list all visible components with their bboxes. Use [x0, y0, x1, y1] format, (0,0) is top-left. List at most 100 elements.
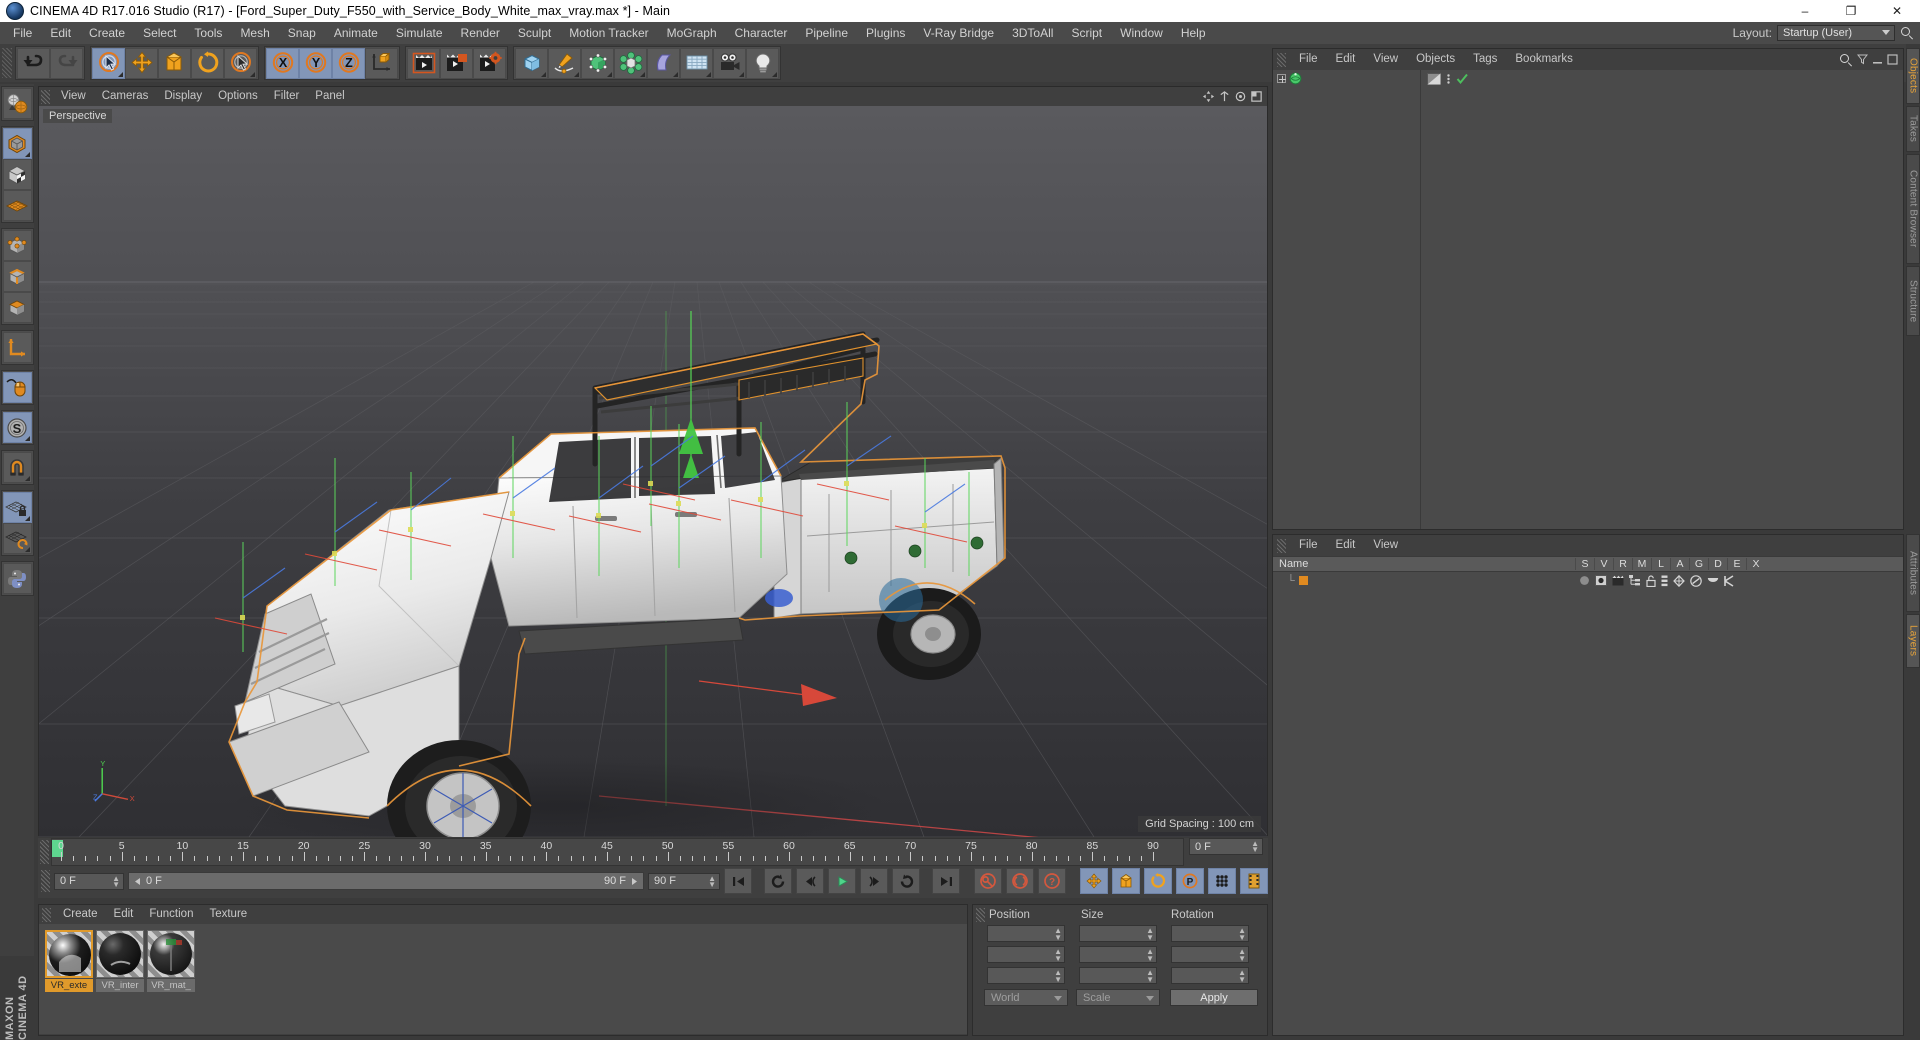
layers-column-v[interactable]: V [1594, 558, 1613, 570]
film-icon[interactable] [1612, 575, 1624, 586]
object-tree-item[interactable] [1273, 70, 1420, 87]
layers-column-e[interactable]: E [1727, 558, 1746, 570]
add-cube-button[interactable] [515, 47, 548, 79]
shade-icon[interactable] [1690, 574, 1702, 587]
layout-dropdown[interactable]: Startup (User) [1777, 25, 1895, 41]
snap-magnet-button[interactable] [2, 452, 32, 483]
go-to-end-button[interactable] [932, 868, 960, 894]
rotate-tool[interactable] [191, 47, 224, 79]
edges-mode-button[interactable] [2, 261, 32, 292]
layers-column-d[interactable]: D [1708, 558, 1727, 570]
layers-grip[interactable] [1277, 538, 1286, 553]
object-tree-column[interactable] [1273, 70, 1421, 529]
3d-viewport[interactable]: Perspective Grid Spacing : 100 cm Y X Z [39, 106, 1267, 837]
spinner-icon[interactable]: ▲ ▼ [708, 874, 716, 888]
position-x-field[interactable]: ▲ ▼ [987, 925, 1065, 942]
undo-view-button[interactable] [2, 88, 32, 119]
add-deformer-button[interactable] [647, 47, 680, 79]
layers-column-name[interactable]: Name [1273, 558, 1575, 570]
object-menu-file[interactable]: File [1290, 49, 1327, 70]
material-menu-texture[interactable]: Texture [201, 905, 255, 924]
coord-system-dropdown[interactable]: World [984, 989, 1068, 1006]
layers-column-x[interactable]: X [1746, 558, 1765, 570]
scrub-right-icon[interactable] [630, 877, 639, 886]
spinner-icon[interactable]: ▲ ▼ [112, 874, 120, 888]
lock-x-axis-button[interactable]: X [266, 47, 299, 79]
menu-item-render[interactable]: Render [452, 22, 509, 44]
object-menu-bookmarks[interactable]: Bookmarks [1506, 49, 1582, 70]
spinner-icon[interactable]: ▲ ▼ [1238, 948, 1246, 963]
object-manager-grip[interactable] [1277, 52, 1286, 67]
tab-objects[interactable]: Objects [1906, 48, 1920, 104]
menu-item-plugins[interactable]: Plugins [857, 22, 914, 44]
layers-icon[interactable] [1661, 575, 1668, 587]
position-key-button[interactable] [1080, 868, 1108, 894]
layers-column-l[interactable]: L [1651, 558, 1670, 570]
live-selection-tool[interactable] [92, 47, 125, 79]
object-menu-view[interactable]: View [1364, 49, 1407, 70]
material-sphere-mixed-icon[interactable] [147, 930, 195, 978]
menu-item-motion-tracker[interactable]: Motion Tracker [560, 22, 657, 44]
tab-layers[interactable]: Layers [1906, 614, 1920, 668]
lock-y-axis-button[interactable]: Y [299, 47, 332, 79]
viewport-menu-display[interactable]: Display [156, 87, 210, 106]
material-item[interactable]: VR_exte [45, 930, 93, 1028]
bones-icon[interactable] [1724, 574, 1735, 587]
workplane-rotate-button[interactable] [2, 523, 32, 554]
workplane-lock-button[interactable] [2, 492, 32, 523]
play-button[interactable] [828, 868, 856, 894]
object-axis-button[interactable] [2, 332, 32, 363]
spinner-icon[interactable]: ▲ ▼ [1146, 927, 1154, 942]
timeline-button[interactable] [1240, 868, 1268, 894]
timeline-scrubber[interactable]: 0 F 90 F [128, 872, 644, 890]
object-tags-column[interactable] [1421, 70, 1903, 529]
soft-selection-button[interactable]: S [2, 412, 32, 443]
spinner-icon[interactable]: ▲ ▼ [1238, 927, 1246, 942]
parameter-key-button[interactable]: P [1176, 868, 1204, 894]
add-camera-button[interactable] [713, 47, 746, 79]
rotation-p-field[interactable]: ▲ ▼ [1171, 946, 1249, 963]
layers-column-r[interactable]: R [1613, 558, 1632, 570]
material-menu-function[interactable]: Function [141, 905, 201, 924]
minimize-panel-icon[interactable] [1872, 54, 1883, 65]
spinner-icon[interactable]: ▲ ▼ [1054, 969, 1062, 984]
menu-item-sculpt[interactable]: Sculpt [509, 22, 560, 44]
expand-toggle-icon[interactable] [1277, 74, 1286, 83]
unlock-icon[interactable] [1646, 574, 1656, 587]
start-frame-field[interactable]: 0 F ▲ ▼ [54, 872, 124, 890]
position-z-field[interactable]: ▲ ▼ [987, 967, 1065, 984]
object-menu-objects[interactable]: Objects [1407, 49, 1464, 70]
layers-column-s[interactable]: S [1575, 558, 1594, 570]
material-list[interactable]: VR_exte VR_inter VR_mat_ [39, 924, 967, 1034]
size-y-field[interactable]: ▲ ▼ [1079, 946, 1157, 963]
spinner-icon[interactable]: ▲ ▼ [1251, 840, 1259, 854]
timeline-ruler[interactable]: 0 5 10 15 20 25 30 35 40 45 50 55 60 65 70 75 80 85 90 [51, 838, 1184, 866]
object-menu-edit[interactable]: Edit [1327, 49, 1365, 70]
rotation-h-field[interactable]: ▲ ▼ [1171, 925, 1249, 942]
play-forward-loop-button[interactable] [892, 868, 920, 894]
viewport-menu-options[interactable]: Options [210, 87, 266, 106]
close-button[interactable]: ✕ [1874, 0, 1920, 22]
current-frame-field[interactable]: 0 F ▲ ▼ [1189, 838, 1263, 855]
menu-item-mograph[interactable]: MoGraph [658, 22, 726, 44]
cap-icon[interactable] [1707, 576, 1719, 586]
viewport-menu-panel[interactable]: Panel [307, 87, 352, 106]
scale-tool[interactable] [158, 47, 191, 79]
python-console-button[interactable] [2, 563, 32, 594]
layers-column-g[interactable]: G [1689, 558, 1708, 570]
tab-content-browser[interactable]: Content Browser [1906, 154, 1920, 264]
layers-menu-edit[interactable]: Edit [1327, 535, 1365, 556]
step-back-button[interactable] [796, 868, 824, 894]
minimize-button[interactable]: – [1782, 0, 1828, 22]
material-grip[interactable] [42, 907, 51, 922]
edit-render-settings-button[interactable] [473, 47, 506, 79]
add-environment-button[interactable] [680, 47, 713, 79]
lock-z-axis-button[interactable]: Z [332, 47, 365, 79]
rotation-b-field[interactable]: ▲ ▼ [1171, 967, 1249, 984]
layers-menu-file[interactable]: File [1290, 535, 1327, 556]
material-sphere-black-icon[interactable] [96, 930, 144, 978]
filter-icon[interactable] [1857, 54, 1868, 65]
spinner-icon[interactable]: ▲ ▼ [1054, 927, 1062, 942]
add-nurbs-button[interactable] [581, 47, 614, 79]
coordinate-grip[interactable] [976, 907, 985, 922]
